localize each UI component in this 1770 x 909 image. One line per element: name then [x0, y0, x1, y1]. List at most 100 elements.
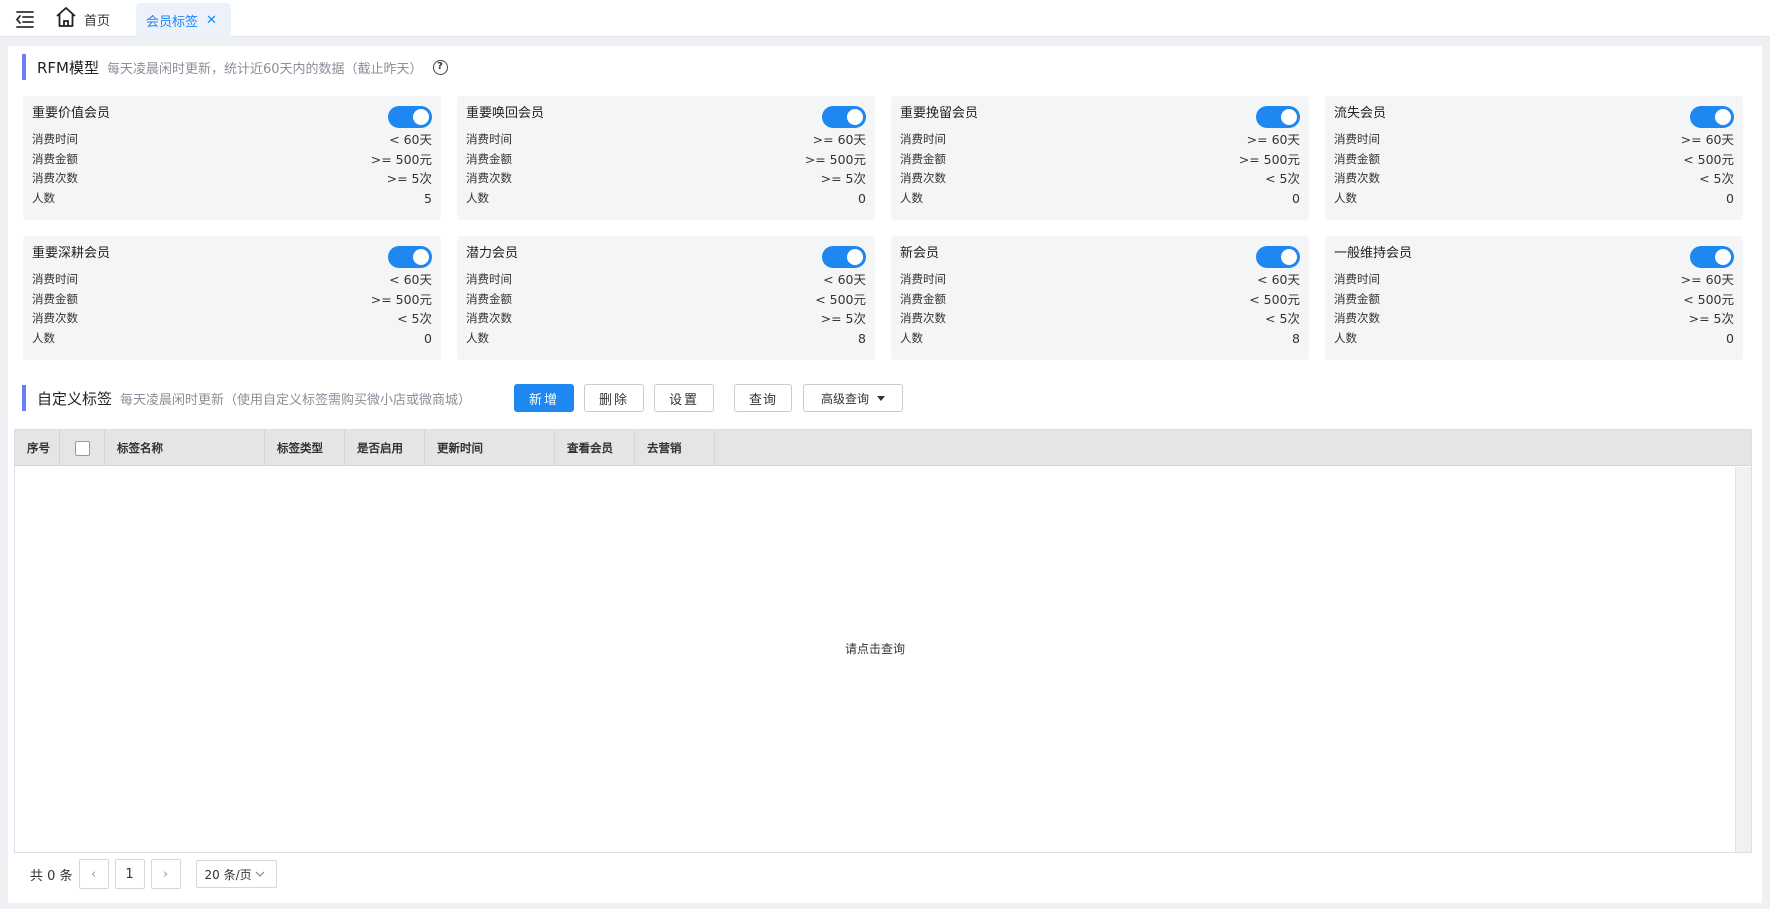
add-button[interactable]: 新增 [514, 384, 574, 412]
label-count: 消费次数 [466, 311, 512, 325]
value-time: >= 60天 [1680, 272, 1734, 287]
section-accent-bar [22, 54, 26, 80]
total-count: 共 0 条 [30, 868, 73, 884]
custom-section-header: 自定义标签 每天凌晨闲时更新（使用自定义标签需购买微小店或微商城） [22, 385, 471, 411]
value-people: 8 [858, 330, 866, 346]
enable-toggle[interactable] [388, 246, 432, 268]
settings-button[interactable]: 设置 [654, 384, 714, 412]
label-amount: 消费金额 [32, 291, 78, 306]
rfm-card-name: 重要深耕会员 [32, 246, 111, 261]
label-amount: 消费金额 [900, 151, 946, 166]
tab-bar: 首页 会员标签 ✕ [0, 0, 1770, 37]
label-time: 消费时间 [32, 132, 78, 146]
chevron-down-icon [255, 871, 265, 877]
rfm-card-name: 重要价值会员 [32, 106, 111, 121]
enable-toggle[interactable] [1256, 246, 1300, 268]
rfm-card: 一般维持会员 消费时间 >= 60天 消费金额 < 500元 消费次数 >= 5次 人… [1325, 236, 1743, 360]
value-count: < 5次 [397, 311, 432, 326]
label-people: 人数 [1334, 330, 1357, 345]
value-count: < 5次 [1265, 171, 1300, 186]
enable-toggle[interactable] [1690, 246, 1734, 268]
rfm-card-name: 重要挽留会员 [900, 106, 979, 121]
delete-button[interactable]: 删除 [584, 384, 644, 412]
rfm-card: 重要挽留会员 消费时间 >= 60天 消费金额 >= 500元 消费次数 < 5次 人… [891, 96, 1309, 220]
next-page-button[interactable]: › [150, 859, 181, 889]
menu-fold-icon[interactable] [14, 8, 36, 30]
rfm-card-grid: 重要价值会员 消费时间 < 60天 消费金额 >= 500元 消费次数 >= 5次 人… [23, 96, 1749, 360]
rfm-card: 重要价值会员 消费时间 < 60天 消费金额 >= 500元 消费次数 >= 5次 人… [23, 96, 441, 220]
rfm-card-name: 一般维持会员 [1334, 246, 1413, 261]
value-time: >= 60天 [812, 132, 866, 147]
tab-home[interactable]: 首页 [54, 7, 110, 31]
label-time: 消费时间 [466, 132, 512, 146]
rfm-description: 每天凌晨闲时更新，统计近60天内的数据（截止昨天） [107, 61, 423, 77]
column-header-index: 序号 [15, 430, 60, 466]
close-icon[interactable]: ✕ [206, 13, 217, 28]
label-time: 消费时间 [466, 272, 512, 286]
label-people: 人数 [466, 330, 489, 345]
column-header-view-members: 查看会员 [555, 430, 635, 466]
label-amount: 消费金额 [32, 151, 78, 166]
column-header-enabled: 是否启用 [345, 430, 425, 466]
help-icon[interactable]: ? [432, 59, 448, 75]
value-time: < 60天 [389, 132, 432, 147]
rfm-card: 流失会员 消费时间 >= 60天 消费金额 < 500元 消费次数 < 5次 人数 0 [1325, 96, 1743, 220]
value-amount: < 500元 [1683, 291, 1734, 307]
enable-toggle[interactable] [388, 106, 432, 128]
rfm-card-name: 重要唤回会员 [466, 106, 545, 121]
value-count: >= 5次 [820, 311, 866, 326]
column-header-tag-type: 标签类型 [265, 430, 345, 466]
column-header-tag-name: 标签名称 [105, 430, 265, 466]
custom-title: 自定义标签 [37, 389, 113, 408]
value-count: >= 5次 [1688, 311, 1734, 326]
value-time: >= 60天 [1246, 132, 1300, 147]
rfm-card: 重要唤回会员 消费时间 >= 60天 消费金额 >= 500元 消费次数 >= 5次 … [457, 96, 875, 220]
label-people: 人数 [900, 190, 923, 205]
column-header-select [60, 430, 105, 466]
label-count: 消费次数 [1334, 171, 1380, 185]
custom-tags-table: 序号 标签名称 标签类型 是否启用 更新时间 查看会员 去营销 请点击查询 [14, 429, 1752, 853]
enable-toggle[interactable] [822, 246, 866, 268]
query-button[interactable]: 查询 [734, 384, 792, 412]
value-amount: >= 500元 [1238, 151, 1300, 167]
value-time: >= 60天 [1680, 132, 1734, 147]
enable-toggle[interactable] [1256, 106, 1300, 128]
rfm-card-name: 潜力会员 [466, 246, 519, 261]
main-panel: RFM模型 每天凌晨闲时更新，统计近60天内的数据（截止昨天） ? 重要价值会员… [8, 46, 1762, 903]
value-count: < 5次 [1265, 311, 1300, 326]
rfm-card: 潜力会员 消费时间 < 60天 消费金额 < 500元 消费次数 >= 5次 人数 8 [457, 236, 875, 360]
page-number-button[interactable]: 1 [114, 859, 145, 889]
label-time: 消费时间 [1334, 272, 1380, 286]
select-all-checkbox[interactable] [74, 440, 90, 456]
label-count: 消费次数 [900, 171, 946, 185]
value-amount: < 500元 [815, 291, 866, 307]
custom-description: 每天凌晨闲时更新（使用自定义标签需购买微小店或微商城） [120, 392, 472, 408]
vertical-scrollbar[interactable] [1735, 467, 1751, 852]
table-header: 序号 标签名称 标签类型 是否启用 更新时间 查看会员 去营销 [15, 430, 1751, 466]
page-size-value: 20 条/页 [204, 867, 252, 882]
label-count: 消费次数 [1334, 311, 1380, 325]
value-count: < 5次 [1699, 171, 1734, 186]
label-time: 消费时间 [900, 132, 946, 146]
value-amount: >= 500元 [804, 151, 866, 167]
value-time: < 60天 [1257, 272, 1300, 287]
label-time: 消费时间 [900, 272, 946, 286]
tab-member-tags[interactable]: 会员标签 ✕ [136, 3, 231, 37]
caret-down-icon [877, 395, 885, 401]
rfm-card-name: 流失会员 [1334, 106, 1387, 121]
page-size-select[interactable]: 20 条/页 [195, 860, 277, 888]
rfm-card: 新会员 消费时间 < 60天 消费金额 < 500元 消费次数 < 5次 人数 8 [891, 236, 1309, 360]
advanced-query-button[interactable]: 高级查询 [803, 384, 903, 412]
enable-toggle[interactable] [822, 106, 866, 128]
value-people: 0 [858, 190, 866, 206]
label-amount: 消费金额 [1334, 291, 1380, 306]
chevron-right-icon: › [162, 866, 169, 882]
label-count: 消费次数 [32, 171, 78, 185]
home-icon [54, 5, 78, 33]
prev-page-button[interactable]: ‹ [78, 859, 109, 889]
rfm-section-header: RFM模型 每天凌晨闲时更新，统计近60天内的数据（截止昨天） ? [22, 54, 448, 80]
value-amount: < 500元 [1683, 151, 1734, 167]
tab-home-label: 首页 [84, 13, 111, 29]
tab-member-tags-label: 会员标签 [146, 14, 199, 30]
enable-toggle[interactable] [1690, 106, 1734, 128]
